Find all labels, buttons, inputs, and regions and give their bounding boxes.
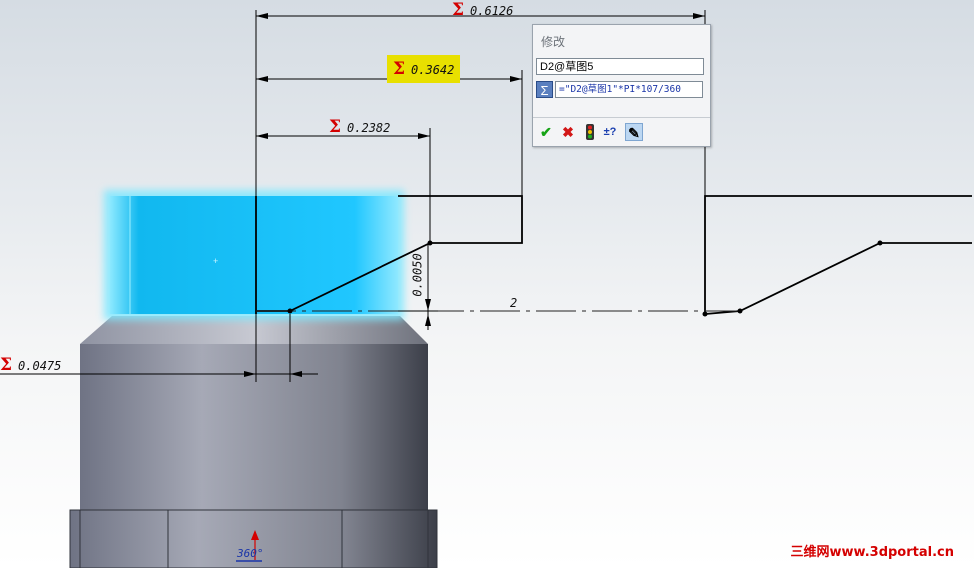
dim-top[interactable]: Σ 0.6126 — [452, 0, 513, 20]
sigma-icon: Σ — [452, 0, 465, 20]
dim-mid[interactable]: Σ 0.2382 — [329, 117, 390, 137]
dim-axis[interactable]: 2 — [510, 296, 517, 310]
sigma-icon: Σ — [329, 117, 342, 137]
expression-field[interactable]: ="D2@草图1"*PI*107/360 — [555, 81, 703, 98]
sketch-point-4[interactable] — [702, 311, 708, 317]
dialog-title: 修改 — [541, 35, 566, 49]
dim-vert-value: 0.0050 — [410, 253, 425, 297]
plus-minus-question-icon[interactable]: ±? — [601, 123, 619, 141]
dim-bottom-value: 360° — [237, 547, 264, 560]
part-body — [80, 344, 428, 512]
dim-axis-value: 2 — [510, 296, 518, 310]
sum-icon[interactable]: Σ — [536, 81, 553, 98]
part-chamfer — [80, 316, 428, 344]
dim-top-value: 0.6126 — [470, 4, 514, 18]
traffic-light-icon[interactable] — [581, 123, 599, 141]
sketch-point-1[interactable] — [287, 308, 293, 314]
dim-left-value: 0.0475 — [18, 359, 62, 373]
face-origin-mark: + — [213, 256, 218, 266]
sketch-point-5[interactable] — [737, 308, 743, 314]
modify-dialog: 修改 D2@草图5 Σ ="D2@草图1"*PI*107/360 ✔ ✖ ±? … — [532, 24, 711, 147]
dimension-name-field[interactable]: D2@草图5 — [536, 58, 704, 75]
sigma-icon: Σ — [393, 59, 406, 79]
watermark: 三维网www.3dportal.cn — [790, 545, 954, 560]
sigma-icon: Σ — [0, 355, 13, 375]
dialog-divider — [533, 117, 710, 118]
dim-vert[interactable]: 0.0050 — [411, 253, 425, 296]
check-icon[interactable]: ✔ — [537, 123, 555, 141]
dim-highlight[interactable]: Σ 0.3642 — [387, 55, 461, 83]
pencil-ruler-icon[interactable]: ✎ — [625, 123, 643, 141]
x-icon[interactable]: ✖ — [559, 123, 577, 141]
dim-mid-value: 0.2382 — [347, 121, 391, 135]
graphics-viewport[interactable]: + Σ 0.6126 Σ 0.3642 Σ 0.2382 Σ 0.0475 0.… — [0, 0, 974, 568]
selected-face[interactable] — [110, 196, 398, 314]
dim-left[interactable]: Σ 0.0475 — [0, 355, 61, 375]
model-canvas[interactable]: + — [0, 0, 974, 568]
dim-bottom[interactable]: 360° — [237, 547, 264, 560]
dim-highlight-value: 0.3642 — [411, 63, 455, 77]
sketch-point-3[interactable] — [877, 240, 883, 246]
